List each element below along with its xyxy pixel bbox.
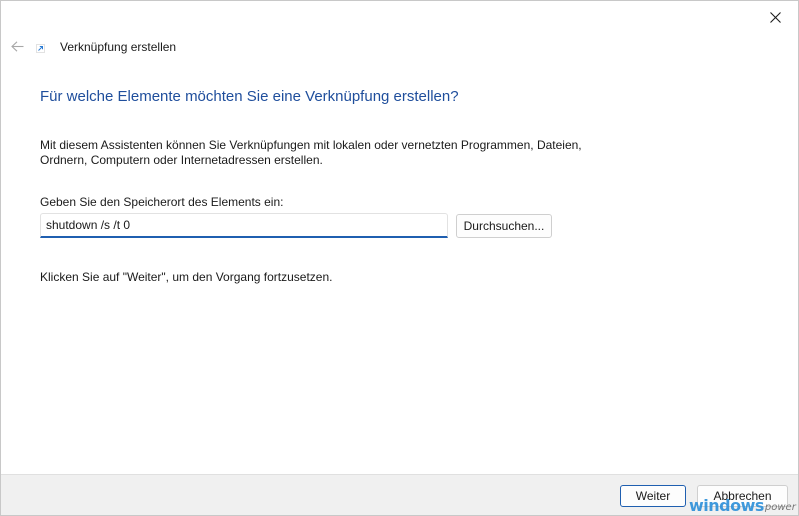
watermark-main-text: windows [689, 496, 764, 515]
page-heading: Für welche Elemente möchten Sie eine Ver… [40, 88, 459, 105]
continue-hint: Klicken Sie auf "Weiter", um den Vorgang… [40, 270, 333, 284]
close-button[interactable] [752, 1, 798, 33]
shortcut-icon [36, 44, 45, 53]
window-title: Verknüpfung erstellen [60, 40, 177, 54]
watermark-sub-text: power [764, 502, 796, 513]
shortcut-wizard-window: Verknüpfung erstellen Für welche Element… [0, 0, 799, 516]
browse-button[interactable]: Durchsuchen... [456, 214, 552, 238]
close-icon [769, 11, 781, 23]
wizard-description: Mit diesem Assistenten können Sie Verknü… [40, 138, 582, 167]
location-input[interactable] [40, 213, 448, 238]
next-button[interactable]: Weiter [620, 485, 686, 507]
back-button[interactable] [6, 36, 28, 56]
location-label: Geben Sie den Speicherort des Elements e… [40, 195, 284, 209]
back-arrow-icon [10, 40, 23, 52]
watermark-logo: windows power [689, 495, 796, 515]
